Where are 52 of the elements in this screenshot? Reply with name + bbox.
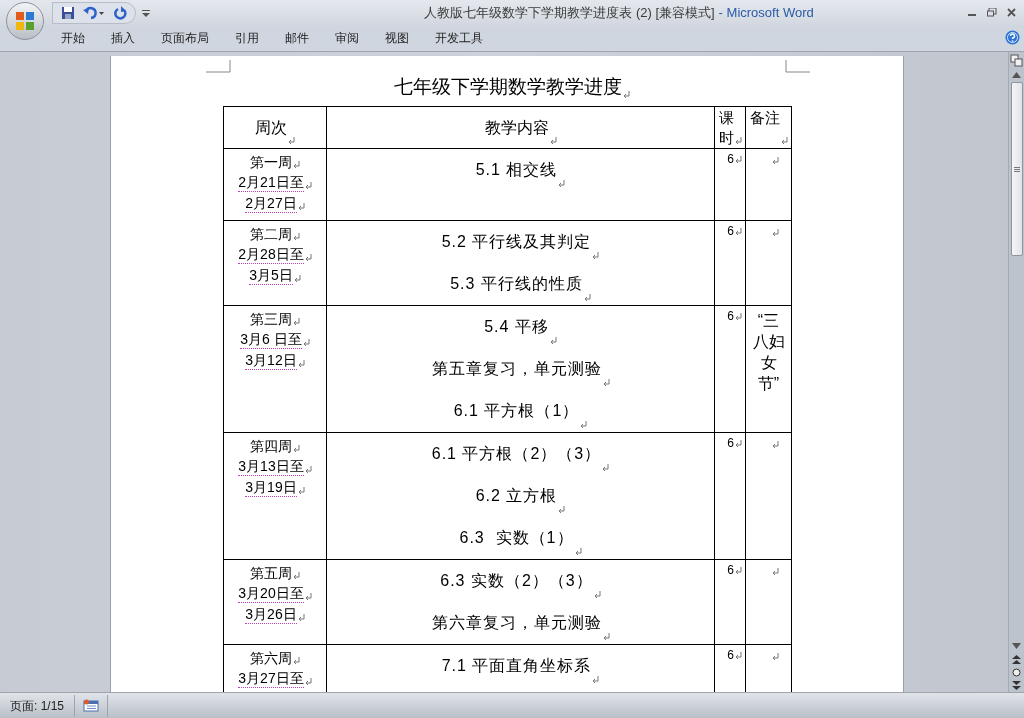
week-label: 第四周 [250, 436, 292, 455]
column-header: 教学内容 [484, 117, 549, 138]
ribbon-tab[interactable]: 开始 [48, 27, 98, 49]
window-title: 人教版七年级数学下学期教学进度表 (2) [兼容模式] [424, 3, 715, 22]
week-label: 第二周 [250, 224, 292, 243]
lesson-hours: 6 [727, 309, 734, 323]
ribbon-tab[interactable]: 插入 [98, 27, 148, 49]
column-header: 周次 [255, 117, 287, 138]
date-range: 3月20日至 [238, 584, 304, 603]
page-indicator[interactable]: 页面: 1/15 [0, 694, 76, 717]
date-range: 3月6 日至 [240, 330, 302, 349]
date-range: 3月5日 [249, 266, 293, 285]
lesson-topic: 5.2 平行线及其判定 [441, 232, 592, 252]
lesson-hours: 6 [727, 224, 734, 238]
lesson-topic: 6.1 平方根（1） [453, 401, 580, 421]
lesson-topic: 6.2 立方根 [475, 486, 558, 506]
lesson-topic: 6.1 平方根（2）（3） [431, 444, 602, 464]
lesson-topic: 5.3 平行线的性质 [450, 274, 583, 294]
ribbon-tab[interactable]: 页面布局 [148, 27, 222, 49]
lesson-hours: 6 [727, 152, 734, 166]
lesson-topic: 5.1 相交线 [475, 160, 558, 180]
document-title: 七年级下学期数学教学进度 [394, 75, 622, 99]
ribbon-tab[interactable]: 开发工具 [422, 27, 496, 49]
column-header: 课时 [718, 108, 734, 148]
lesson-topic: 5.4 平移 [484, 317, 549, 337]
date-range: 2月21日至 [238, 173, 304, 192]
lesson-hours: 6 [727, 563, 734, 577]
date-range: 2月28日至 [238, 245, 304, 264]
week-label: 第六周 [250, 648, 292, 667]
ribbon-tab[interactable]: 邮件 [272, 27, 322, 49]
note-text: “三八妇女节” [751, 311, 786, 394]
date-range: 3月19日 [245, 478, 297, 497]
date-range: 3月26日 [245, 605, 297, 624]
week-label: 第五周 [250, 563, 292, 582]
lesson-topic: 第六章复习，单元测验 [431, 613, 602, 633]
date-range: 3月27日至 [238, 669, 304, 688]
lesson-topic: 6.3 实数（2）（3） [440, 571, 593, 591]
week-label: 第三周 [250, 309, 292, 328]
lesson-topic: 6.3 实数（1） [459, 528, 574, 548]
week-label: 第一周 [250, 152, 292, 171]
lesson-topic: 7.1 平面直角坐标系 [441, 656, 592, 676]
date-range: 3月13日至 [238, 457, 304, 476]
date-range: 2月27日 [245, 194, 297, 213]
ribbon-tab[interactable]: 审阅 [322, 27, 372, 49]
column-header: 备注 [749, 108, 780, 128]
date-range: 3月12日 [245, 351, 297, 370]
ribbon-tab[interactable]: 引用 [222, 27, 272, 49]
lesson-hours: 6 [727, 436, 734, 450]
lesson-topic: 第五章复习，单元测验 [431, 359, 602, 379]
lesson-hours: 6 [727, 648, 734, 662]
app-name: - Microsoft Word [718, 3, 814, 22]
ribbon-tab[interactable]: 视图 [372, 27, 422, 49]
